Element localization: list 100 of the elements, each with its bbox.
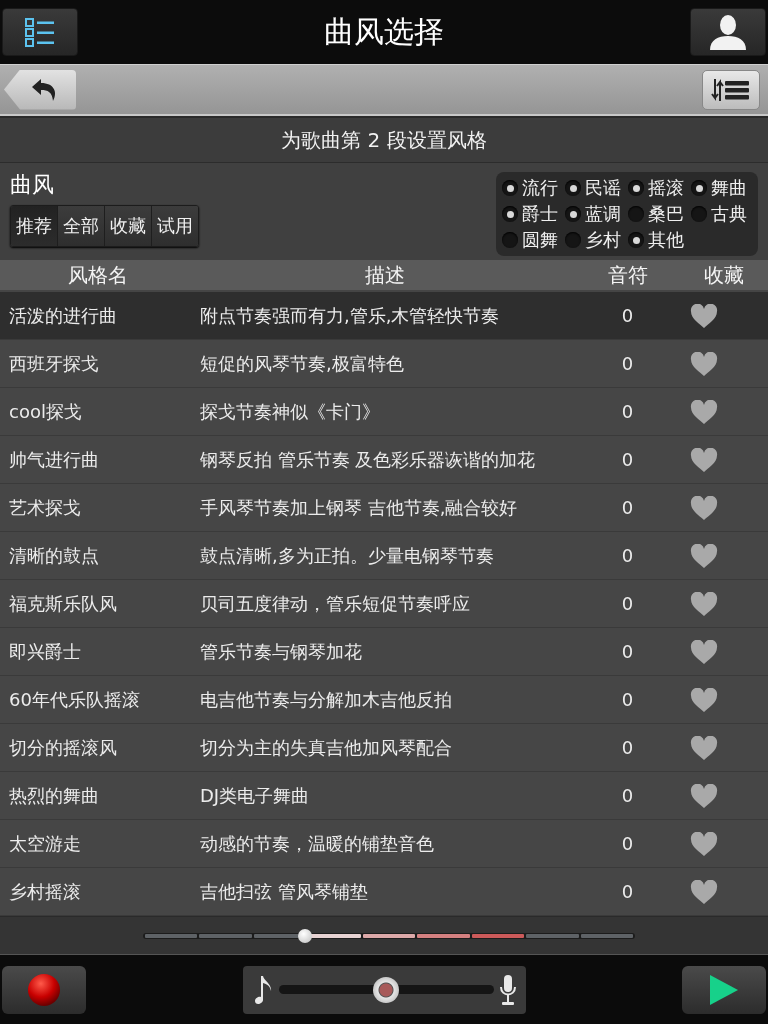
notes-cell: 0 [621, 593, 634, 614]
style-name-cell-text: 清晰的鼓点 [8, 543, 99, 568]
heart-icon[interactable] [690, 639, 718, 664]
description-cell-text: 电吉他节奏与分解加木吉他反拍 [199, 687, 452, 712]
heart-icon[interactable] [690, 831, 718, 856]
heart-icon[interactable] [690, 783, 718, 808]
category-label[interactable]: 摇滚 [648, 177, 684, 199]
category-label[interactable]: 民谣 [585, 177, 621, 199]
section-title: 为歌曲第 2 段设置风格 [0, 118, 768, 163]
notes-cell: 0 [621, 305, 634, 326]
play-button[interactable] [682, 965, 766, 1014]
style-name-cell-text: 太空游走 [8, 831, 81, 856]
style-name-cell-text: 艺术探戈 [8, 495, 81, 520]
notes-cell: 0 [621, 737, 634, 758]
sort-button[interactable] [702, 69, 760, 110]
filter-tab[interactable]: 试用 [152, 206, 198, 246]
style-name-cell-text: cool探戈 [8, 399, 82, 424]
style-name-cell-text: 切分的摇滚风 [8, 735, 117, 760]
notes-cell: 0 [621, 353, 634, 374]
radio-dot-icon[interactable] [502, 232, 518, 248]
radio-dot-icon[interactable] [502, 206, 518, 222]
filter-label: 曲风 [10, 171, 54, 199]
radio-dot-icon[interactable] [565, 232, 581, 248]
radio-dot-icon[interactable] [628, 206, 644, 222]
notes-cell: 0 [621, 641, 634, 662]
record-icon [28, 973, 60, 1006]
column-header: 音符 [606, 262, 649, 288]
description-cell-text: 钢琴反拍 管乐节奏 及色彩乐器诙谐的加花 [199, 447, 536, 472]
heart-icon[interactable] [690, 495, 718, 520]
description-cell-text: 管乐节奏与钢琴加花 [199, 639, 362, 664]
category-label[interactable]: 圆舞 [522, 229, 558, 251]
heart-icon[interactable] [690, 591, 718, 616]
notes-cell: 0 [621, 833, 634, 854]
category-label[interactable]: 流行 [522, 177, 558, 199]
radio-dot-icon[interactable] [502, 180, 518, 196]
heart-icon[interactable] [690, 543, 718, 568]
play-icon [710, 974, 738, 1005]
user-icon [708, 14, 748, 50]
category-label[interactable]: 乡村 [585, 229, 621, 251]
heart-icon[interactable] [690, 303, 718, 328]
radio-dot-icon[interactable] [565, 206, 581, 222]
style-name-cell-text: 60年代乐队摇滚 [8, 687, 140, 712]
description-cell-text: 探戈节奏神似《卡门》 [199, 399, 380, 424]
radio-dot-icon[interactable] [565, 180, 581, 196]
category-label[interactable]: 舞曲 [711, 177, 747, 199]
style-name-cell-text: 即兴爵士 [8, 639, 81, 664]
notes-cell: 0 [621, 401, 634, 422]
style-name-cell-text: 活泼的进行曲 [8, 303, 117, 328]
description-cell-text: DJ类电子舞曲 [199, 783, 310, 808]
description-cell-text: 吉他扫弦 管风琴铺垫 [199, 879, 368, 904]
style-name-cell-text: 热烈的舞曲 [8, 783, 99, 808]
notes-cell: 0 [621, 881, 634, 902]
heart-icon[interactable] [690, 399, 718, 424]
description-cell-text: 手风琴节奏加上钢琴 吉他节奏,融合较好 [199, 495, 518, 520]
radio-dot-icon[interactable] [628, 180, 644, 196]
notes-cell: 0 [621, 689, 634, 710]
column-header: 收藏 [703, 262, 745, 288]
back-button[interactable] [4, 69, 76, 110]
record-button[interactable] [2, 965, 86, 1014]
section-slider-track[interactable] [143, 928, 635, 943]
description-cell-text: 切分为主的失真吉他加风琴配合 [199, 735, 452, 760]
table-row[interactable]: 活泼的进行曲 附点节奏强而有力,管乐,木管轻快节奏 0 [0, 292, 768, 340]
description-cell-text: 鼓点清晰,多为正拍。少量电钢琴节奏 [199, 543, 494, 568]
filter-tab[interactable]: 推荐 [11, 206, 58, 246]
filter-tab[interactable]: 收藏 [105, 206, 152, 246]
category-label[interactable]: 古典 [711, 203, 747, 225]
profile-button[interactable] [690, 8, 766, 56]
style-name-cell-text: 乡村摇滚 [8, 879, 81, 904]
style-name-cell-text: 福克斯乐队风 [8, 591, 117, 616]
notes-cell: 0 [621, 497, 634, 518]
category-label[interactable]: 蓝调 [585, 203, 621, 225]
description-cell-text: 短促的风琴节奏,极富特色 [199, 351, 404, 376]
menu-button[interactable] [2, 8, 78, 56]
description-cell-text: 动感的节奏，温暖的铺垫音色 [199, 831, 434, 856]
style-name-cell-text: 帅气进行曲 [8, 447, 99, 472]
category-label[interactable]: 爵士 [522, 203, 558, 225]
slider-thumb[interactable] [373, 976, 399, 1003]
radio-dot-icon[interactable] [691, 180, 707, 196]
radio-dot-icon[interactable] [691, 206, 707, 222]
description-cell-text: 附点节奏强而有力,管乐,木管轻快节奏 [199, 303, 500, 328]
music-note-icon [254, 974, 273, 1005]
slider-thumb[interactable] [298, 928, 313, 943]
radio-dot-icon[interactable] [628, 232, 644, 248]
filter-tab[interactable]: 全部 [58, 206, 105, 246]
heart-icon[interactable] [690, 879, 718, 904]
heart-icon[interactable] [690, 735, 718, 760]
style-name-cell-text: 西班牙探戈 [8, 351, 99, 376]
microphone-icon [499, 974, 516, 1005]
description-cell-text: 贝司五度律动，管乐短促节奏呼应 [199, 591, 470, 616]
mix-slider-track[interactable] [278, 976, 494, 1003]
notes-cell: 0 [621, 449, 634, 470]
heart-icon[interactable] [690, 687, 718, 712]
category-label[interactable]: 桑巴 [648, 203, 684, 225]
window-title: 曲风选择 [324, 14, 444, 50]
heart-icon[interactable] [690, 447, 718, 472]
heart-icon[interactable] [690, 351, 718, 376]
category-label[interactable]: 其他 [648, 229, 684, 251]
list-menu-icon [24, 16, 56, 48]
column-header: 描述 [364, 262, 406, 288]
column-header: 风格名 [66, 262, 129, 288]
